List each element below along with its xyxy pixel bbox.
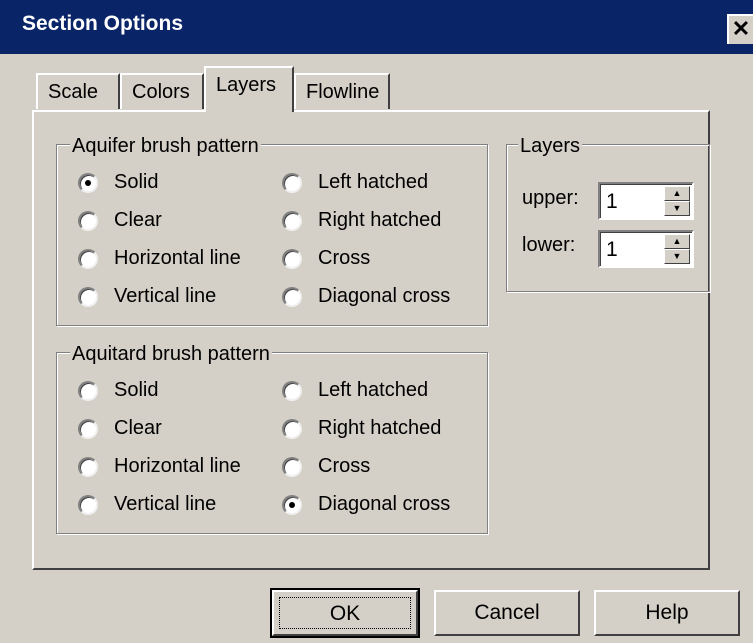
- radio-circle: [78, 380, 98, 401]
- cancel-button[interactable]: Cancel: [434, 590, 580, 636]
- close-button[interactable]: ✕: [727, 14, 753, 44]
- lower-spinner-arrows: ▲ ▼: [664, 234, 690, 264]
- layers-group-label: Layers: [518, 135, 583, 157]
- radio-circle: [78, 286, 98, 307]
- close-icon: ✕: [731, 16, 751, 41]
- ok-button[interactable]: OK: [270, 588, 420, 638]
- upper-spinner[interactable]: 1 ▲ ▼: [598, 182, 694, 220]
- radio-circle: [78, 418, 98, 439]
- upper-value: 1: [606, 190, 618, 213]
- aquitard-radio-cross[interactable]: Cross: [282, 455, 370, 478]
- radio-label: Right hatched: [318, 209, 442, 231]
- radio-circle: [282, 494, 302, 515]
- radio-circle: [282, 172, 302, 193]
- radio-circle: [282, 380, 302, 401]
- tab-colors[interactable]: Colors: [120, 73, 204, 109]
- spin-down-icon[interactable]: ▼: [664, 249, 690, 264]
- aquifer-radio-cross[interactable]: Cross: [282, 247, 370, 270]
- radio-circle: [282, 456, 302, 477]
- help-button[interactable]: Help: [594, 590, 740, 636]
- ok-label: OK: [329, 602, 361, 625]
- aquitard-radio-vertical-line[interactable]: Vertical line: [78, 493, 216, 516]
- radio-label: Vertical line: [114, 285, 217, 307]
- aquifer-radio-vertical-line[interactable]: Vertical line: [78, 285, 216, 308]
- aquitard-radio-horizontal-line[interactable]: Horizontal line: [78, 455, 241, 478]
- tab-label: Colors: [132, 81, 190, 103]
- radio-label: Solid: [114, 379, 159, 401]
- radio-circle: [282, 248, 302, 269]
- aquifer-radio-clear[interactable]: Clear: [78, 209, 162, 232]
- radio-label: Diagonal cross: [318, 493, 451, 515]
- radio-label: Vertical line: [114, 493, 217, 515]
- upper-spinner-arrows: ▲ ▼: [664, 186, 690, 216]
- radio-label: Cross: [318, 455, 371, 477]
- tab-label: Flowline: [306, 81, 380, 103]
- help-label: Help: [645, 601, 689, 624]
- aquitard-group-label: Aquitard brush pattern: [70, 343, 272, 365]
- tab-label: Layers: [216, 74, 277, 96]
- aquitard-radio-diagonal-cross[interactable]: Diagonal cross: [282, 493, 450, 516]
- radio-label: Diagonal cross: [318, 285, 451, 307]
- radio-circle: [78, 456, 98, 477]
- radio-dot: [85, 179, 91, 186]
- tab-flowline[interactable]: Flowline: [294, 73, 390, 109]
- radio-dot: [289, 501, 295, 508]
- tab-scale[interactable]: Scale: [36, 73, 120, 109]
- radio-label: Right hatched: [318, 417, 442, 439]
- aquifer-radio-left-hatched[interactable]: Left hatched: [282, 171, 428, 194]
- tab-label: Scale: [48, 81, 99, 103]
- upper-label: upper:: [522, 187, 579, 209]
- focus-rect: OK: [279, 597, 411, 629]
- aquitard-radio-clear[interactable]: Clear: [78, 417, 162, 440]
- radio-circle: [78, 172, 98, 193]
- radio-circle: [282, 210, 302, 231]
- radio-label: Clear: [114, 209, 162, 231]
- aquifer-radio-right-hatched[interactable]: Right hatched: [282, 209, 441, 232]
- window-title: Section Options: [22, 12, 184, 35]
- aquifer-radio-solid[interactable]: Solid: [78, 171, 158, 194]
- lower-label: lower:: [522, 234, 576, 256]
- aquitard-radio-solid[interactable]: Solid: [78, 379, 158, 402]
- aquifer-radio-diagonal-cross[interactable]: Diagonal cross: [282, 285, 450, 308]
- radio-label: Left hatched: [318, 379, 429, 401]
- lower-value: 1: [606, 238, 618, 261]
- spin-down-icon[interactable]: ▼: [664, 201, 690, 216]
- radio-circle: [282, 418, 302, 439]
- radio-label: Left hatched: [318, 171, 429, 193]
- radio-circle: [78, 494, 98, 515]
- spin-up-icon[interactable]: ▲: [664, 186, 690, 201]
- radio-label: Cross: [318, 247, 371, 269]
- aquitard-radio-left-hatched[interactable]: Left hatched: [282, 379, 428, 402]
- radio-label: Horizontal line: [114, 247, 241, 269]
- radio-circle: [78, 210, 98, 231]
- cancel-label: Cancel: [474, 601, 540, 624]
- tab-layers[interactable]: Layers: [204, 66, 294, 112]
- radio-label: Clear: [114, 417, 162, 439]
- aquifer-radio-horizontal-line[interactable]: Horizontal line: [78, 247, 241, 270]
- radio-label: Horizontal line: [114, 455, 241, 477]
- aquifer-group-label: Aquifer brush pattern: [70, 135, 261, 157]
- lower-spinner[interactable]: 1 ▲ ▼: [598, 230, 694, 268]
- spin-up-icon[interactable]: ▲: [664, 234, 690, 249]
- radio-circle: [78, 248, 98, 269]
- aquitard-radio-right-hatched[interactable]: Right hatched: [282, 417, 441, 440]
- radio-label: Solid: [114, 171, 159, 193]
- radio-circle: [282, 286, 302, 307]
